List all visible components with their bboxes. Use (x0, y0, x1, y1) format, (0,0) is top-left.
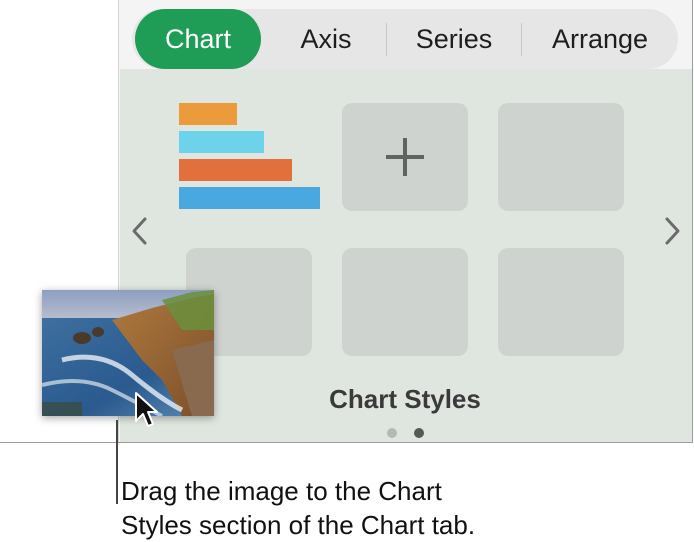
page-dot-active[interactable] (414, 428, 424, 438)
chevron-right-icon[interactable] (662, 216, 682, 251)
pointer-cursor-icon (134, 391, 160, 436)
chart-style-slot[interactable] (498, 103, 624, 211)
tab-separator (386, 23, 387, 56)
dragged-image[interactable] (42, 290, 214, 416)
preview-bar (179, 187, 320, 209)
tab-chart[interactable]: Chart (135, 9, 261, 69)
tab-arrange[interactable]: Arrange (524, 9, 676, 69)
chart-style-bar-preview[interactable] (176, 100, 326, 212)
callout-text-line: Styles section of the Chart tab. (121, 510, 476, 540)
chart-style-slot[interactable] (498, 248, 624, 356)
preview-bar (179, 159, 292, 181)
tab-series[interactable]: Series (388, 9, 520, 69)
chevron-left-icon[interactable] (130, 216, 150, 251)
plus-icon (342, 103, 468, 211)
callout-line (116, 420, 118, 504)
preview-bar (179, 131, 264, 153)
page-dot[interactable] (387, 428, 397, 438)
chart-styles-title: Chart Styles (329, 384, 481, 414)
preview-bar (179, 103, 237, 125)
callout-text-line: Drag the image to the Chart (121, 476, 442, 506)
tab-separator (521, 23, 522, 56)
add-chart-style-button[interactable] (342, 103, 468, 211)
tab-axis[interactable]: Axis (268, 9, 384, 69)
chart-style-slot[interactable] (342, 248, 468, 356)
callout-text: Drag the image to the Chart Styles secti… (121, 474, 641, 542)
